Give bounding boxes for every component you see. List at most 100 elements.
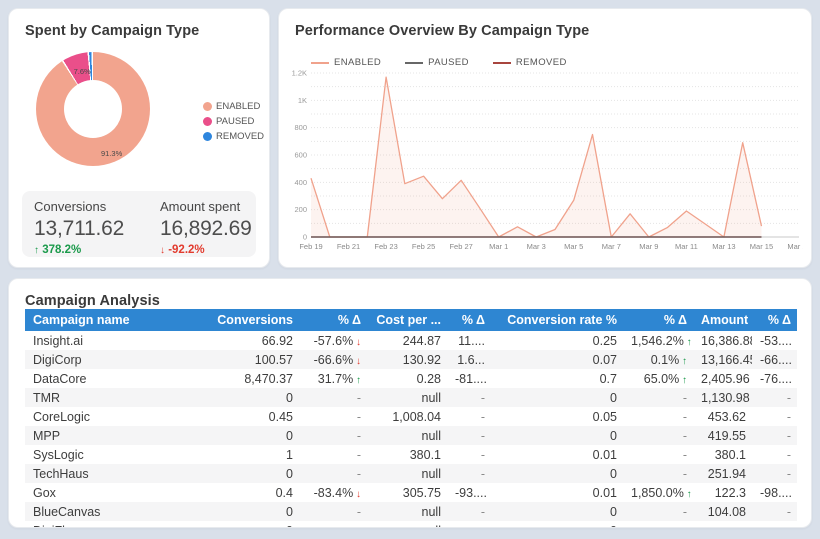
donut-legend-label: REMOVED [216, 131, 265, 142]
value-cell: 453.62 [707, 409, 746, 424]
table-row[interactable]: DigiCorp 100.57 -66.6% ↓ 130.92 1.6... 0.07 0.… [25, 350, 797, 369]
column-header-5[interactable]: Conversion rate % [491, 309, 623, 331]
column-header-7[interactable]: Amount ... [693, 309, 752, 331]
value-cell: 0 [610, 390, 617, 405]
kpi-value: 16,892.69 [160, 217, 252, 240]
value-cell: 16,386.88 [701, 333, 752, 348]
donut-legend-item-removed[interactable]: REMOVED [203, 131, 264, 142]
x-tick-label: Mar 3 [527, 242, 546, 251]
value-cell: 104.08 [707, 504, 746, 519]
y-tick-label: 1.2K [292, 69, 307, 78]
down-arrow-icon: ↓ [160, 245, 165, 256]
kpi-label: Amount spent [160, 199, 241, 214]
performance-line-chart[interactable]: 0 200 400 600 800 1K 1.2K Feb 19 Feb 21 Feb 23 Feb… [287, 67, 803, 261]
value-cell: 0.07 [592, 352, 617, 367]
value-cell: 130.92 [402, 352, 441, 367]
line-card-title: Performance Overview By Campaign Type [295, 23, 590, 39]
value-cell: -98.... [760, 485, 792, 500]
campaign-name-cell: DataCore [33, 371, 87, 386]
table-row[interactable]: TechHaus 0 - null - 0 - 251.94 - [25, 464, 797, 483]
value-cell: 0.45 [268, 409, 293, 424]
up-arrow-icon: ↑ [34, 245, 39, 256]
kpi-delta: ↓ -92.2% [160, 244, 252, 256]
value-cell: 0.28 [416, 371, 441, 386]
kpi-delta: ↑ 378.2% [34, 244, 124, 256]
donut-legend: ENABLED PAUSED REMOVED [203, 101, 264, 146]
enabled-dot-icon [203, 102, 212, 111]
table-row[interactable]: SysLogic 1 - 380.1 - 0.01 - 380.1 - [25, 445, 797, 464]
y-tick-label: 600 [294, 151, 307, 160]
kpi-label: Conversions [34, 199, 107, 214]
donut-legend-item-paused[interactable]: PAUSED [203, 116, 264, 127]
donut-chart[interactable]: 91.3% 7.6% [36, 52, 150, 166]
table-header-row: Campaign name Conversions% Δ Cost per ...%… [25, 309, 797, 331]
paused-line-icon [405, 61, 424, 64]
y-tick-label: 200 [294, 205, 307, 214]
up-arrow-icon: ↑ [683, 488, 692, 500]
y-tick-label: 0 [303, 233, 307, 242]
table-row[interactable]: DigiFlow0-null-0-- [25, 521, 797, 528]
value-cell: - [786, 409, 791, 424]
value-cell: - [480, 390, 485, 405]
donut-legend-label: ENABLED [216, 101, 261, 112]
x-tick-label: Mar 17 [787, 242, 803, 251]
value-cell: 0.1% ↑ [650, 352, 687, 367]
table-row[interactable]: Insight.ai 66.92 -57.6% ↓ 244.87 11.... 0.25 1… [25, 331, 797, 350]
value-cell: - [682, 428, 687, 443]
value-cell: null [367, 521, 447, 528]
table-row[interactable]: DataCore 8,470.37 31.7% ↑ 0.28 -81.... 0.7 65.… [25, 369, 797, 388]
campaign-name-cell: DigiFlow [25, 521, 209, 528]
campaign-table: Campaign name Conversions% Δ Cost per ...%… [25, 309, 797, 528]
x-tick-label: Feb 21 [337, 242, 360, 251]
x-tick-label: Feb 23 [374, 242, 397, 251]
value-cell: -83.4% ↓ [313, 485, 361, 500]
value-cell: 1,546.2% ↑ [631, 333, 692, 348]
column-header-6[interactable]: % Δ [623, 309, 693, 331]
column-header-8[interactable]: % Δ [752, 309, 797, 331]
value-cell: - [682, 409, 687, 424]
value-cell: 122.3 [714, 485, 746, 500]
value-cell: 0.4 [275, 485, 293, 500]
column-header-4[interactable]: % Δ [447, 309, 491, 331]
value-cell: 100.57 [254, 352, 293, 367]
value-cell: 0 [286, 428, 293, 443]
table-row[interactable]: BlueCanvas 0 - null - 0 - 104.08 - [25, 502, 797, 521]
value-cell: - [480, 409, 485, 424]
kpi-amount-spent: Amount spent 16,892.69 ↓ -92.2% [160, 199, 252, 256]
campaign-name-cell: CoreLogic [33, 409, 90, 424]
y-tick-label: 800 [294, 123, 307, 132]
donut-hole [64, 80, 122, 138]
column-header-3[interactable]: Cost per ... [367, 309, 447, 331]
up-arrow-icon: ↑ [679, 374, 687, 386]
column-header-2[interactable]: % Δ [299, 309, 367, 331]
value-cell: 0.01 [592, 485, 617, 500]
value-cell: - [682, 466, 687, 481]
paused-dot-icon [203, 117, 212, 126]
value-cell: 2,405.96 [701, 371, 750, 386]
y-tick-label: 400 [294, 178, 307, 187]
value-cell: - [682, 504, 687, 519]
value-cell: 0 [610, 428, 617, 443]
value-cell: - [356, 409, 361, 424]
table-row[interactable]: Gox 0.4 -83.4% ↓ 305.75 -93.... 0.01 1,850.0% … [25, 483, 797, 502]
table-row[interactable]: TMR 0- null -0-1,130.98- [25, 388, 797, 407]
donut-legend-item-enabled[interactable]: ENABLED [203, 101, 264, 112]
value-cell: - [682, 390, 687, 405]
up-arrow-icon: ↑ [679, 355, 687, 367]
column-header-1[interactable]: Conversions [209, 309, 299, 331]
table-row[interactable]: CoreLogic 0.45 - 1,008.04 - 0.05 - 453.62 - [25, 407, 797, 426]
value-cell: 13,166.45 [701, 352, 752, 367]
value-cell: - [356, 390, 361, 405]
kpi-summary-box: Conversions 13,711.62 ↑ 378.2% Amount sp… [22, 191, 256, 257]
table-row[interactable]: MPP 0 - null - 0 - 419.55 - [25, 426, 797, 445]
value-cell: 1,008.04 [392, 409, 441, 424]
value-cell: 251.94 [707, 466, 746, 481]
down-arrow-icon: ↓ [353, 355, 361, 367]
enabled-line-icon [311, 61, 329, 64]
y-tick-label: 1K [298, 96, 307, 105]
removed-line-icon [492, 61, 511, 64]
value-cell: 0 [286, 466, 293, 481]
value-cell: 0 [286, 390, 293, 405]
value-cell: null [421, 466, 441, 481]
column-header-0[interactable]: Campaign name [25, 309, 209, 331]
